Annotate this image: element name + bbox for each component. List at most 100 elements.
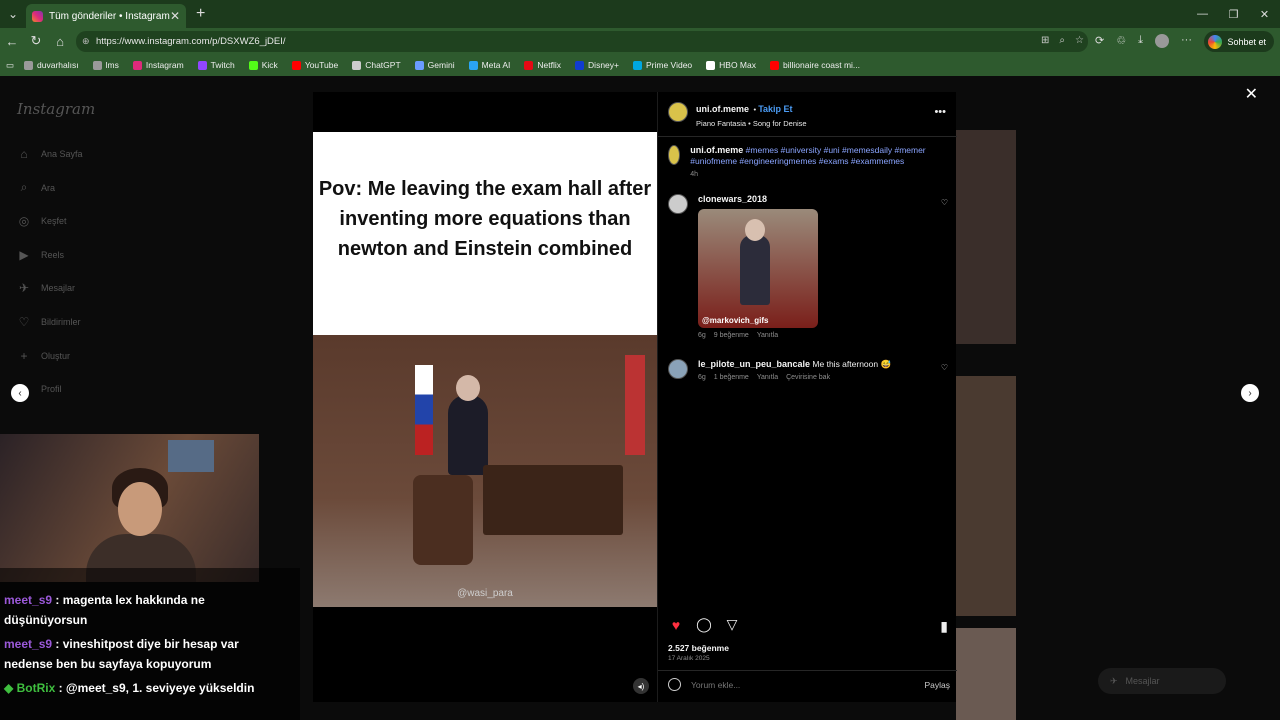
author-avatar[interactable] — [668, 145, 681, 165]
sidebar-item-mesajlar[interactable]: ✈ Mesajlar — [17, 281, 75, 295]
next-post-icon[interactable]: › — [1241, 384, 1259, 402]
bookmark-label: Meta AI — [481, 60, 511, 70]
streamer-face — [118, 482, 162, 536]
comment-box: Paylaş — [668, 678, 950, 691]
reply-button[interactable]: Yanıtla — [757, 374, 778, 381]
bookmark-item[interactable]: Twitch — [197, 60, 235, 70]
sidebar-item-ana-sayfa[interactable]: ⌂ Ana Sayfa — [17, 147, 83, 161]
commenter-avatar[interactable] — [668, 194, 688, 214]
comment-like-icon[interactable]: ♡ — [941, 198, 948, 207]
new-tab-icon[interactable]: + — [196, 5, 205, 23]
more-options-icon[interactable]: ••• — [934, 106, 946, 118]
app-available-icon[interactable]: ⊞ — [1041, 35, 1049, 46]
address-bar-row: ← ↻ ⌂ ⊕ https://www.instagram.com/p/DSXW… — [0, 28, 1280, 54]
bookmark-item[interactable]: ChatGPT — [352, 60, 401, 70]
profile-avatar[interactable] — [1155, 34, 1169, 48]
bookmark-item[interactable]: Netflix — [524, 60, 561, 70]
like-heart-icon[interactable]: ♥ — [668, 617, 684, 633]
comment-input[interactable] — [691, 679, 915, 690]
comment-likes[interactable]: 9 beğenme — [714, 332, 749, 339]
bookmark-item[interactable]: Meta AI — [468, 60, 511, 70]
instagram-favicon-icon — [32, 10, 43, 22]
bookmark-item[interactable]: duvarhalısı — [24, 60, 79, 70]
zoom-icon[interactable]: ⌕ — [1059, 35, 1065, 46]
like-count[interactable]: 2.527 beğenme — [668, 643, 729, 653]
author-username[interactable]: uni.of.meme — [696, 104, 749, 114]
instagram-logo[interactable]: Instagram — [17, 100, 95, 118]
follow-button[interactable]: Takip Et — [758, 104, 792, 114]
bookmark-item[interactable]: Kick — [248, 60, 278, 70]
previous-post-icon[interactable]: ‹ — [11, 384, 29, 402]
close-tab-icon[interactable]: ✕ — [170, 9, 180, 23]
save-bookmark-icon[interactable]: ▮ — [940, 618, 948, 635]
comment-time: 6g — [698, 332, 706, 339]
post-comment-button[interactable]: Paylaş — [924, 680, 950, 690]
url-field[interactable]: ⊕ https://www.instagram.com/p/DSXWZ6_jDE… — [76, 31, 1088, 52]
extensions-icon[interactable]: ⟳ — [1095, 34, 1104, 48]
author-avatar[interactable] — [668, 102, 688, 122]
more-menu-icon[interactable]: ··· — [1181, 34, 1192, 48]
bookmark-item[interactable]: Disney+ — [575, 60, 619, 70]
song-name[interactable]: Piano Fantasia • Song for Denise — [696, 119, 807, 128]
messages-icon: ✈ — [1110, 675, 1118, 686]
back-icon[interactable]: ← — [0, 34, 24, 49]
favorite-star-icon[interactable]: ☆ — [1075, 35, 1084, 46]
commenter-username[interactable]: le_pilote_un_peu_bancale — [698, 359, 810, 369]
divider — [658, 136, 957, 137]
sidebar-icon: ♡ — [18, 315, 30, 329]
sidebar-item-ke-fet[interactable]: ◎ Keşfet — [17, 214, 67, 228]
bookmark-item[interactable]: HBO Max — [706, 60, 756, 70]
bookmark-item[interactable]: Instagram — [132, 60, 184, 70]
comment-likes[interactable]: 1 beğenme — [714, 374, 749, 381]
favorites-icon[interactable]: ♲ — [1116, 34, 1126, 48]
sidebar-item-olu-tur[interactable]: + Oluştur — [17, 349, 70, 363]
restore-icon[interactable]: ❐ — [1218, 0, 1249, 28]
post-media[interactable]: Pov: Me leaving the exam hall after inve… — [313, 92, 657, 702]
commenter-username[interactable]: clonewars_2018 — [698, 194, 818, 204]
downloads-icon[interactable]: ⤓ — [1138, 34, 1143, 48]
bookmarks-menu-icon[interactable]: ▭ — [6, 60, 14, 71]
comment-gif[interactable]: @markovich_gifs — [698, 209, 818, 328]
sidebar-icon: ⌕ — [20, 180, 28, 195]
bookmark-item[interactable]: Prime Video — [633, 60, 692, 70]
share-icon[interactable]: ▽ — [724, 616, 740, 633]
reply-button[interactable]: Yanıtla — [757, 332, 778, 339]
emoji-icon[interactable] — [668, 678, 681, 691]
bookmark-label: lms — [105, 60, 119, 70]
translate-button[interactable]: Çevirisine bak — [786, 374, 830, 381]
bookmarks-bar: ▭ duvarhalısı lms Instagram Twitch Kick YouTu… — [0, 54, 1280, 76]
mute-toggle-icon[interactable]: ◂) — [633, 678, 649, 694]
media-caption-text: Pov: Me leaving the exam hall after inve… — [318, 178, 652, 260]
sidebar-item-reels[interactable]: ▶ Reels — [17, 248, 64, 262]
close-window-icon[interactable]: ✕ — [1249, 0, 1280, 28]
bookmark-icon — [524, 60, 534, 70]
messages-floating-button[interactable]: ✈ Mesajlar — [1098, 668, 1226, 694]
bookmark-item[interactable]: Gemini — [414, 60, 455, 70]
tab-title: Tüm gönderiler • Instagram — [49, 10, 170, 22]
commenter-avatar[interactable] — [668, 359, 688, 379]
close-modal-icon[interactable]: ✕ — [1245, 84, 1258, 104]
home-icon[interactable]: ⌂ — [48, 34, 72, 49]
webcam-overlay — [0, 434, 259, 582]
bookmark-icon — [291, 60, 301, 70]
sidebar-item-label: Ana Sayfa — [41, 149, 83, 159]
minimize-icon[interactable]: — — [1187, 0, 1218, 28]
comment-icon[interactable]: ◯ — [696, 616, 712, 633]
comment-like-icon[interactable]: ♡ — [941, 363, 948, 372]
bookmark-item[interactable]: lms — [92, 60, 119, 70]
reload-icon[interactable]: ↻ — [24, 33, 48, 49]
bookmark-item[interactable]: YouTube — [291, 60, 338, 70]
flag-right — [625, 355, 645, 455]
sidebar-item-bildirimler[interactable]: ♡ Bildirimler — [17, 315, 81, 329]
bookmark-icon — [468, 60, 478, 70]
tab-list-icon[interactable]: ⌄ — [0, 0, 26, 28]
bookmark-item[interactable]: billionaire coast mi... — [770, 60, 860, 70]
bookmark-icon — [248, 60, 258, 70]
sidebar-icon: ◎ — [18, 214, 30, 229]
comment-time: 6g — [698, 374, 706, 381]
copilot-chat-button[interactable]: Sohbet et — [1204, 31, 1274, 52]
author-username[interactable]: uni.of.meme — [690, 145, 743, 155]
site-info-icon[interactable]: ⊕ — [82, 36, 92, 46]
tab-active[interactable]: Tüm gönderiler • Instagram ✕ — [26, 4, 186, 28]
sidebar-item-ara[interactable]: ⌕ Ara — [17, 180, 55, 195]
